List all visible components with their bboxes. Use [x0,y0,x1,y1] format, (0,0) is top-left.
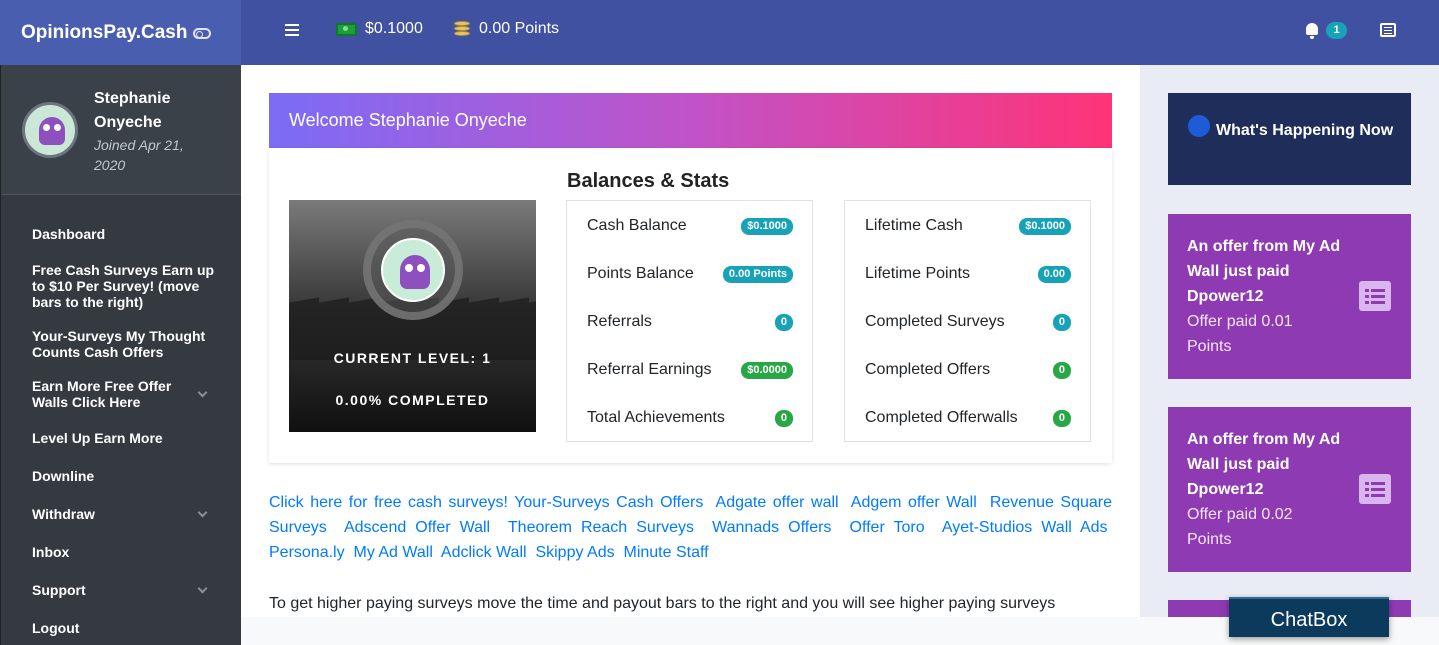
link-adclick-wall[interactable]: Adclick Wall [441,544,527,561]
current-level: CURRENT LEVEL: 1 [333,350,492,366]
user-joined-date: Joined Apr 21, 2020 [94,137,184,173]
link-wannads[interactable]: Wannads Offers [712,519,831,536]
brand-logo[interactable]: OpinionsPay.Cash [0,0,241,65]
status-badge: $0.0000 [741,361,793,379]
notification-count-badge[interactable]: 1 [1326,22,1347,39]
welcome-banner: Welcome Stephanie Onyeche [269,93,1112,148]
stat-row-completed-offers: Completed Offers 0 [865,358,1071,382]
link-theorem-reach[interactable]: Theorem Reach Surveys [508,519,694,536]
user-panel: Stephanie Onyeche Joined Apr 21, 2020 [1,65,241,195]
sidebar-item-downline[interactable]: Downline [32,468,217,484]
status-badge: 0 [1052,361,1071,379]
points-balance-display: 0.00 Points [454,20,559,38]
avatar [22,102,78,158]
whats-happening-title: What's Happening Now [1216,122,1394,139]
link-my-ad-wall[interactable]: My Ad Wall [353,544,432,561]
money-bill-icon [336,22,357,36]
stat-row-referral-earnings: Referral Earnings $0.0000 [587,358,793,382]
status-badge: 0 [1052,313,1071,331]
sidebar-item-free-cash-surveys[interactable]: Free Cash Surveys Earn up to $10 Per Sur… [32,262,217,310]
sidebar: Stephanie Onyeche Joined Apr 21, 2020 Da… [0,65,241,645]
chevron-down-icon[interactable] [197,387,208,398]
offer-notification: An offer from My Ad Wall just paid Dpowe… [1168,407,1411,572]
stat-row-points-balance: Points Balance 0.00 Points [587,262,793,286]
stats-title: Balances & Stats [567,170,730,192]
sidebar-item-offer-walls[interactable]: Earn More Free Offer Walls Click Here [32,378,192,410]
cash-balance-display: $0.1000 [336,20,423,38]
offer-notification: An offer from My Ad Wall just paid Dpowe… [1168,214,1411,379]
sidebar-item-support[interactable]: Support [32,582,217,598]
sidebar-item-dashboard[interactable]: Dashboard [32,226,217,242]
stat-row-completed-surveys: Completed Surveys 0 [865,310,1071,334]
user-name: Stephanie Onyeche [94,90,171,131]
link-offer-toro[interactable]: Offer Toro [850,519,925,536]
level-avatar [381,238,445,302]
stat-row-lifetime-cash: Lifetime Cash $0.1000 [865,214,1071,238]
link-your-surveys[interactable]: Your-Surveys Cash Offers [514,494,703,511]
link-free-cash-surveys[interactable]: Click here for free cash surveys! [269,494,508,511]
sidebar-item-your-surveys[interactable]: Your-Surveys My Thought Counts Cash Offe… [32,328,217,360]
menu-toggle-icon[interactable] [285,24,299,38]
offer-links: Click here for free cash surveys! Your-S… [269,490,1112,565]
list-icon [1359,281,1391,311]
survey-tip-text: To get higher paying surveys move the ti… [269,595,1056,612]
stat-row-completed-offerwalls: Completed Offerwalls 0 [865,406,1071,430]
stat-row-cash-balance: Cash Balance $0.1000 [587,214,793,238]
status-badge: $0.1000 [741,217,793,235]
live-dot-icon [1188,115,1210,137]
offer-paid: Offer paid 0.02 Points [1187,506,1293,548]
stat-row-total-achievements: Total Achievements 0 [587,406,793,430]
link-ayet-studios[interactable]: Ayet-Studios Wall Ads [942,519,1108,536]
status-badge: 0 [774,313,793,331]
balance-stats-table: Cash Balance $0.1000 Points Balance 0.00… [566,200,813,442]
link-skippy-ads[interactable]: Skippy Ads [535,544,614,561]
sidebar-item-level-up[interactable]: Level Up Earn More [32,430,217,446]
chatbox-button[interactable]: ChatBox [1229,597,1389,637]
points-balance-value: 0.00 Points [479,20,560,37]
link-persona-ly[interactable]: Persona.ly [269,544,345,561]
link-adgem[interactable]: Adgem offer Wall [851,494,977,511]
stat-row-lifetime-points: Lifetime Points 0.00 [865,262,1071,286]
status-badge: 0.00 Points [722,265,793,283]
link-adgate[interactable]: Adgate offer wall [716,494,839,511]
sidebar-item-inbox[interactable]: Inbox [32,544,217,560]
level-completed: 0.00% COMPLETED [335,392,490,408]
top-navbar: OpinionsPay.Cash $0.1000 0.00 Points 1 [0,0,1439,65]
status-badge: $0.1000 [1019,217,1071,235]
lifetime-stats-table: Lifetime Cash $0.1000 Lifetime Points 0.… [844,200,1091,442]
cash-balance-value: $0.1000 [365,20,423,37]
offer-title: An offer from My Ad Wall just paid Dpowe… [1187,431,1341,498]
link-minute-staff[interactable]: Minute Staff [624,544,709,561]
bell-icon[interactable] [1305,23,1319,39]
link-adscend[interactable]: Adscend Offer Wall [344,519,490,536]
coins-icon [454,21,470,37]
activity-feed: What's Happening Now An offer from My Ad… [1140,65,1439,617]
list-icon [1359,474,1391,504]
status-badge: 0.00 [1037,265,1071,283]
stats-card: Balances & Stats CURRENT LEVEL: 1 0.00% … [269,148,1112,463]
whats-happening-header: What's Happening Now [1168,93,1411,185]
status-badge: 0 [1052,409,1071,427]
sidebar-item-logout[interactable]: Logout [32,620,217,636]
brand-name: OpinionsPay.Cash [21,21,188,43]
toggle-icon [193,28,212,39]
status-badge: 0 [774,409,793,427]
main-content: Welcome Stephanie Onyeche Balances & Sta… [241,65,1140,617]
list-icon[interactable] [1380,23,1396,37]
sidebar-item-withdraw[interactable]: Withdraw [32,506,217,522]
offer-title: An offer from My Ad Wall just paid Dpowe… [1187,238,1341,305]
level-card: CURRENT LEVEL: 1 0.00% COMPLETED [289,200,536,432]
stat-row-referrals: Referrals 0 [587,310,793,334]
offer-paid: Offer paid 0.01 Points [1187,313,1293,355]
